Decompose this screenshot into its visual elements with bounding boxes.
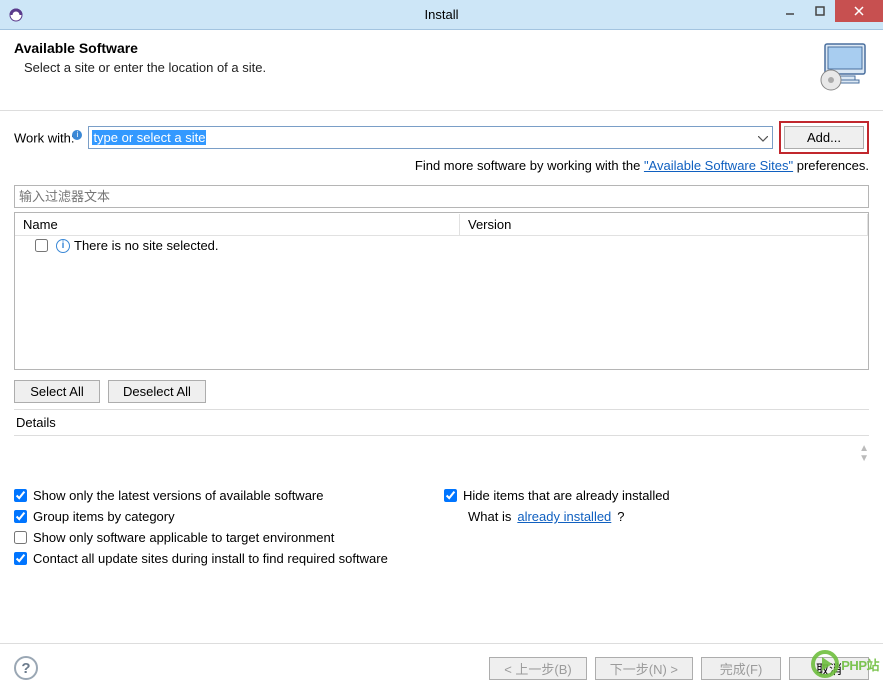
tree-empty-message: There is no site selected. (74, 238, 219, 253)
install-header-icon (817, 40, 869, 92)
work-with-placeholder: type or select a site (92, 130, 206, 145)
title-bar: Install (0, 0, 883, 30)
select-all-button[interactable]: Select All (14, 380, 100, 403)
work-with-combo[interactable]: type or select a site (88, 126, 773, 149)
cancel-button[interactable]: 取消 (789, 657, 869, 680)
details-label: Details (14, 409, 869, 436)
window-controls (775, 0, 883, 22)
checkbox-show-latest[interactable] (14, 489, 27, 502)
dialog-body: Work with:i type or select a site Add...… (0, 111, 883, 572)
software-tree[interactable]: Name Version i There is no site selected… (14, 212, 869, 370)
tree-row-checkbox[interactable] (35, 239, 48, 252)
dialog-header: Available Software Select a site or ente… (0, 30, 883, 111)
info-icon: i (72, 130, 82, 140)
find-more-text: Find more software by working with the "… (14, 158, 869, 173)
window-title: Install (0, 7, 883, 22)
checkbox-contact-all[interactable] (14, 552, 27, 565)
help-icon[interactable]: ? (14, 656, 38, 680)
checkbox-group-category[interactable] (14, 510, 27, 523)
header-subtitle: Select a site or enter the location of a… (14, 60, 266, 75)
tree-header: Name Version (15, 213, 868, 236)
info-icon: i (56, 239, 70, 253)
close-button[interactable] (835, 0, 883, 22)
details-box: ▲▼ (14, 440, 869, 478)
next-button[interactable]: 下一步(N) > (595, 657, 693, 680)
minimize-button[interactable] (775, 0, 805, 22)
checkbox-hide-installed[interactable] (444, 489, 457, 502)
option-applicable-target[interactable]: Show only software applicable to target … (14, 530, 869, 545)
column-name[interactable]: Name (15, 214, 460, 235)
option-hide-installed[interactable]: Hide items that are already installed (444, 488, 869, 503)
details-resize-handle[interactable]: ▲▼ (859, 444, 869, 464)
back-button[interactable]: < 上一步(B) (489, 657, 587, 680)
work-with-label: Work with:i (14, 130, 82, 145)
app-icon (8, 7, 24, 23)
dialog-footer: ? < 上一步(B) 下一步(N) > 完成(F) 取消 (0, 643, 883, 692)
filter-input[interactable] (14, 185, 869, 208)
maximize-button[interactable] (805, 0, 835, 22)
checkbox-applicable-target[interactable] (14, 531, 27, 544)
deselect-all-button[interactable]: Deselect All (108, 380, 206, 403)
chevron-down-icon (754, 130, 772, 145)
what-is-installed: What is already installed? (444, 509, 869, 524)
header-title: Available Software (14, 40, 266, 56)
option-contact-all[interactable]: Contact all update sites during install … (14, 551, 869, 566)
option-group-by-category[interactable]: Group items by category (14, 509, 444, 524)
add-button-highlight: Add... (779, 121, 869, 154)
already-installed-link[interactable]: already installed (517, 509, 611, 524)
available-software-sites-link[interactable]: "Available Software Sites" (644, 158, 793, 173)
column-version[interactable]: Version (460, 214, 868, 235)
option-show-latest[interactable]: Show only the latest versions of availab… (14, 488, 444, 503)
tree-row-empty: i There is no site selected. (15, 236, 868, 255)
finish-button[interactable]: 完成(F) (701, 657, 781, 680)
add-button[interactable]: Add... (784, 126, 864, 149)
